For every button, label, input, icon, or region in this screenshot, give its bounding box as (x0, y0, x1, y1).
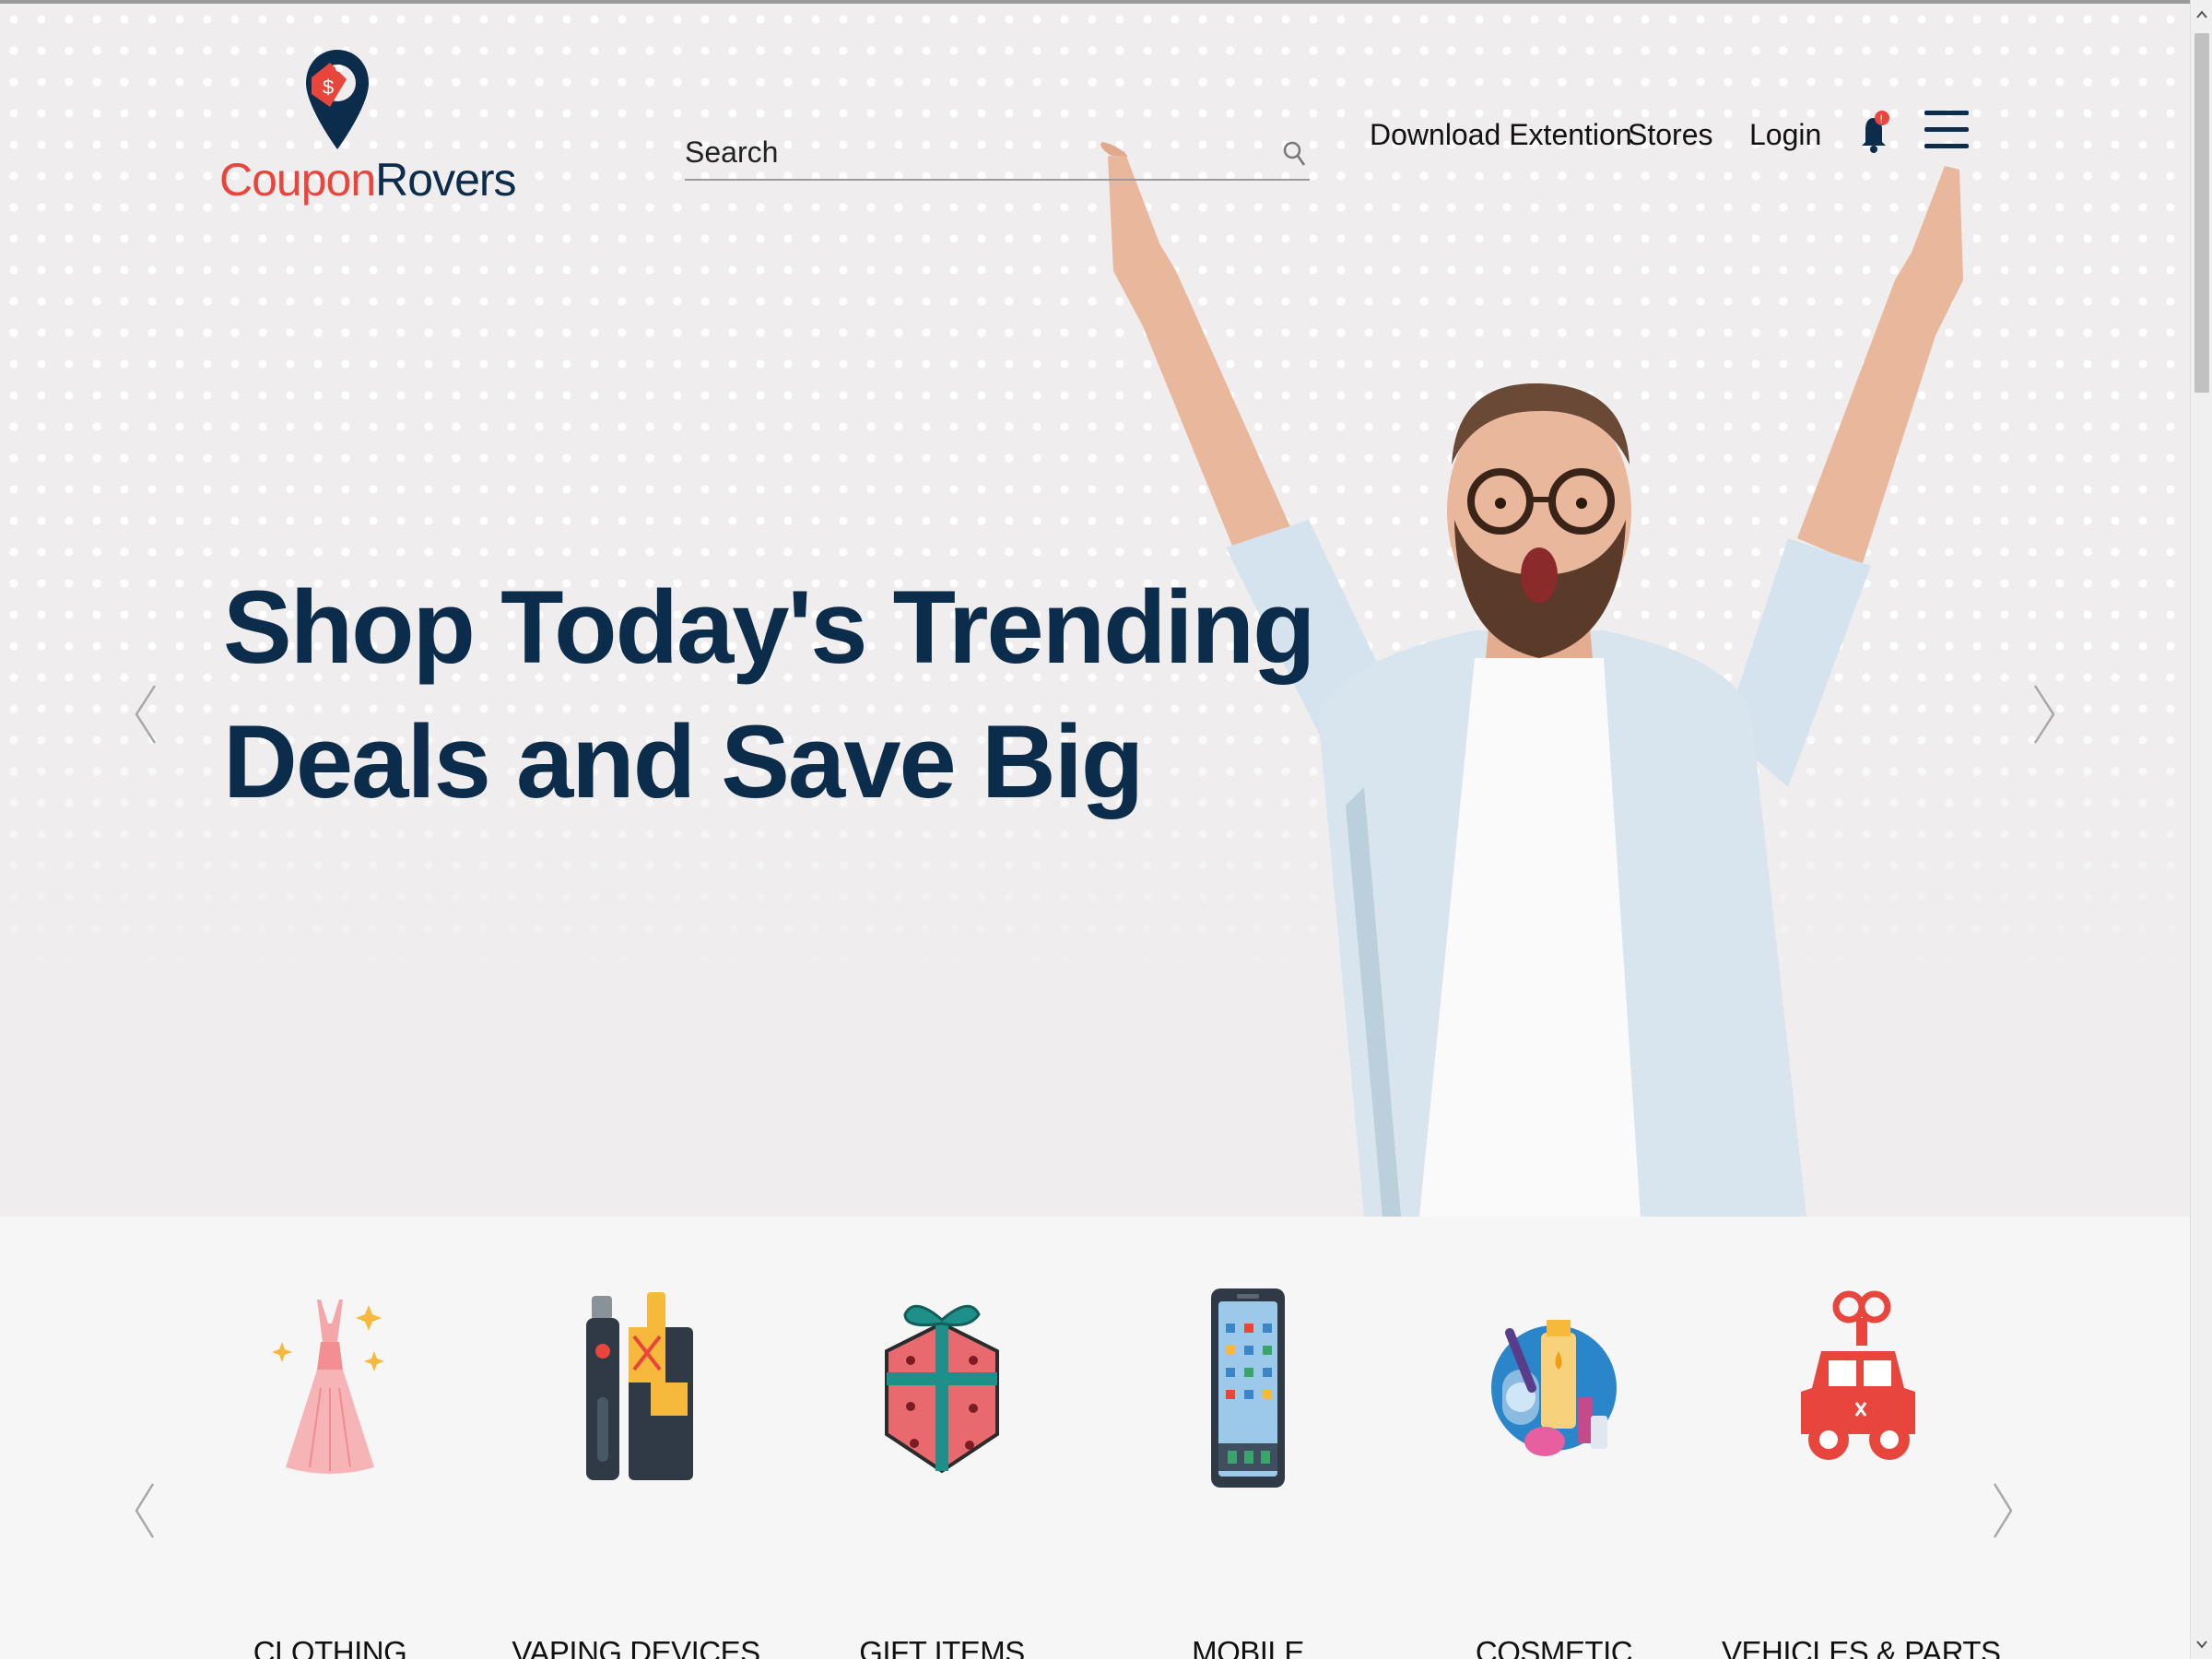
hero-headline-line1: Shop Today's Trending (223, 570, 1315, 685)
category-label: CLOTHING (253, 1635, 407, 1659)
notification-bell-icon[interactable]: ! (1858, 111, 1889, 153)
category-card-cosmetic[interactable]: COSMETIC (1416, 1287, 1692, 1659)
logo-text-rovers: Rovers (375, 154, 516, 206)
category-carousel: CLOTHING VAPING DEVICES GIFT ITEMS MOBIL… (0, 1217, 2190, 1659)
search-input[interactable] (685, 129, 1247, 175)
coupon-rovers-logo[interactable]: $ CouponRovers (219, 44, 517, 219)
gift-icon (885, 1304, 999, 1474)
hero-banner: $ CouponRovers Download Extention Stores… (0, 4, 2190, 1217)
category-label: VEHICLES & PARTS (1722, 1635, 2001, 1659)
category-label: VAPING DEVICES (512, 1635, 760, 1659)
hamburger-menu-icon[interactable] (1924, 111, 1969, 149)
scroll-up-arrow-icon[interactable] (2194, 7, 2209, 22)
category-label: COSMETIC (1475, 1635, 1633, 1659)
categories-next-arrow-icon[interactable] (1991, 1480, 2015, 1541)
vertical-scrollbar[interactable] (2190, 0, 2212, 1659)
category-card-gift-items[interactable]: GIFT ITEMS (804, 1287, 1080, 1659)
notification-badge: ! (1880, 112, 1883, 125)
mobile-phone-icon (1211, 1288, 1285, 1488)
logo-wordmark: CouponRovers (219, 153, 517, 206)
logo-text-coupon: Coupon (219, 154, 376, 206)
logo-pin-icon: $ (306, 50, 369, 149)
category-card-clothing[interactable]: CLOTHING (192, 1287, 468, 1659)
category-card-vaping-devices[interactable]: VAPING DEVICES (498, 1287, 774, 1659)
cosmetics-icon (1491, 1320, 1617, 1456)
category-label: GIFT ITEMS (859, 1635, 1025, 1659)
category-card-mobile[interactable]: MOBILE (1110, 1287, 1386, 1659)
category-label: MOBILE (1192, 1635, 1304, 1659)
categories-prev-arrow-icon[interactable] (133, 1480, 157, 1541)
download-extension-link[interactable]: Download Extention (1370, 118, 1632, 152)
hero-headline-line2: Deals and Save Big (223, 704, 1144, 819)
category-card-vehicles-parts[interactable]: VEHICLES & PARTS (1722, 1287, 2001, 1659)
hero-prev-arrow-icon[interactable] (131, 682, 159, 747)
search-icon[interactable] (1282, 140, 1306, 168)
svg-text:$: $ (323, 76, 334, 99)
stores-link[interactable]: Stores (1628, 118, 1712, 152)
scrollbar-thumb[interactable] (2194, 33, 2209, 393)
scroll-down-arrow-icon[interactable] (2194, 1637, 2209, 1652)
login-link[interactable]: Login (1749, 118, 1821, 152)
vape-icon (586, 1292, 693, 1480)
toy-car-icon (1801, 1290, 1915, 1460)
hero-next-arrow-icon[interactable] (2031, 682, 2059, 747)
hero-headline: Shop Today's Trending Deals and Save Big (223, 560, 1315, 830)
search-bar (685, 124, 1310, 181)
dress-icon (272, 1300, 384, 1474)
